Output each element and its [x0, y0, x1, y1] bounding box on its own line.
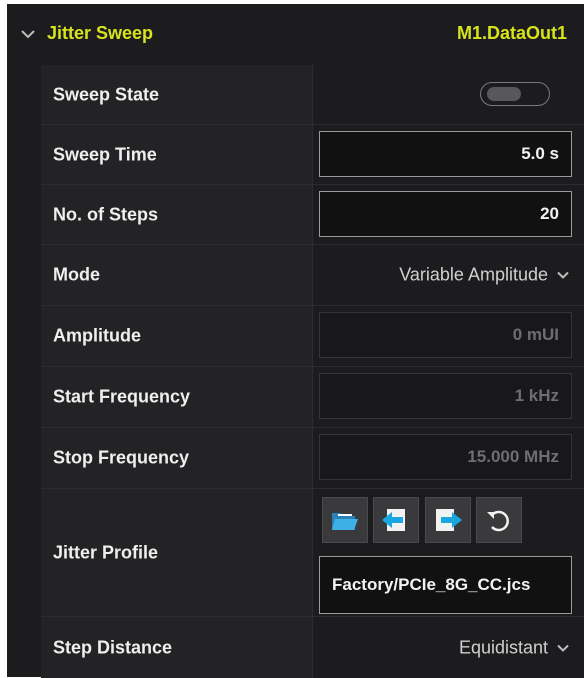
chevron-down-icon — [557, 272, 569, 280]
row-sweep-time: Sweep Time 5.0 s — [41, 125, 584, 185]
row-start-frequency: Start Frequency 1 kHz — [41, 367, 584, 428]
stop-frequency-field: 15.000 MHz — [319, 434, 572, 480]
step-distance-dropdown[interactable]: Equidistant — [459, 637, 570, 658]
sweep-time-value: 5.0 s — [521, 144, 559, 163]
jitter-profile-label: Jitter Profile — [53, 542, 159, 562]
amplitude-label: Amplitude — [53, 325, 141, 346]
target-port: M1.DataOut1 — [456, 23, 567, 43]
sweep-state-toggle[interactable] — [480, 82, 550, 106]
export-icon — [436, 509, 462, 531]
step-distance-label: Step Distance — [53, 637, 173, 657]
sweep-time-field[interactable]: 5.0 s — [319, 131, 572, 177]
sweep-time-label: Sweep Time — [53, 144, 157, 164]
toggle-knob — [487, 87, 521, 101]
chevron-down-icon[interactable] — [20, 26, 36, 42]
reset-profile-button[interactable] — [476, 497, 522, 543]
start-frequency-value: 1 kHz — [514, 386, 559, 405]
export-profile-button[interactable] — [425, 497, 471, 543]
settings-table: Sweep State Sweep Time 5.0 s No. of Step… — [41, 65, 584, 678]
row-amplitude: Amplitude 0 mUI — [41, 306, 584, 367]
section-header[interactable]: Jitter Sweep M1.DataOut1 — [7, 4, 584, 64]
amplitude-field: 0 mUI — [319, 312, 572, 358]
sweep-state-label: Sweep State — [53, 84, 160, 104]
amplitude-value: 0 mUI — [512, 325, 559, 344]
row-steps: No. of Steps 20 — [41, 185, 584, 245]
step-distance-value: Equidistant — [458, 637, 548, 657]
mode-value: Variable Amplitude — [399, 264, 548, 285]
mode-label: Mode — [53, 264, 100, 285]
jitter-profile-field[interactable]: Factory/PCIe_8G_CC.jcs — [319, 556, 572, 614]
row-stop-frequency: Stop Frequency 15.000 MHz — [41, 428, 584, 489]
section-title: Jitter Sweep — [47, 23, 154, 43]
start-frequency-field: 1 kHz — [319, 373, 572, 419]
stop-frequency-label: Stop Frequency — [53, 447, 190, 468]
jitter-profile-value: Factory/PCIe_8G_CC.jcs — [332, 575, 531, 594]
start-frequency-label: Start Frequency — [53, 386, 191, 407]
stop-frequency-value: 15.000 MHz — [467, 447, 559, 466]
jitter-sweep-panel: Jitter Sweep M1.DataOut1 Sweep State Swe… — [7, 4, 584, 678]
steps-value: 20 — [540, 204, 559, 223]
steps-label: No. of Steps — [53, 204, 159, 224]
row-step-distance: Step Distance Equidistant — [41, 617, 584, 678]
row-sweep-state: Sweep State — [41, 65, 584, 125]
mode-dropdown[interactable]: Variable Amplitude — [399, 265, 570, 286]
import-icon — [382, 509, 405, 531]
chevron-down-icon — [557, 644, 569, 652]
steps-field[interactable]: 20 — [319, 191, 572, 237]
row-jitter-profile: Jitter Profile Factory/PCIe_8G_CC.jcs — [41, 489, 584, 617]
import-profile-button[interactable] — [373, 497, 419, 543]
open-profile-button[interactable] — [322, 497, 368, 543]
open-folder-icon — [332, 513, 358, 530]
row-mode: Mode Variable Amplitude — [41, 245, 584, 306]
reset-icon — [487, 510, 509, 532]
